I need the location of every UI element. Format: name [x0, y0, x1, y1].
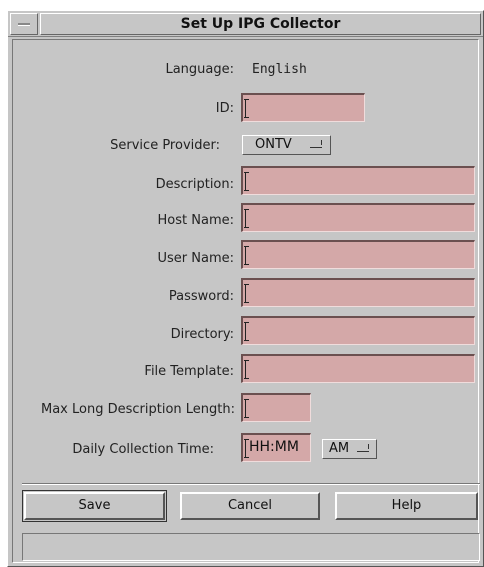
daily-collection-time-value: HH:MM — [249, 439, 299, 455]
help-button[interactable]: Help — [335, 492, 478, 520]
file-template-label: File Template: — [144, 364, 234, 379]
host-name-field[interactable] — [241, 203, 475, 232]
user-name-field[interactable] — [241, 240, 475, 269]
service-provider-option-menu[interactable]: ONTV — [242, 135, 331, 155]
language-label: Language: — [165, 62, 234, 77]
directory-label: Directory: — [170, 327, 234, 342]
language-value: English — [252, 62, 307, 77]
save-button[interactable]: Save — [22, 490, 167, 522]
service-provider-label: Service Provider: — [110, 138, 220, 153]
window-title: Set Up IPG Collector — [40, 13, 481, 35]
text-cursor — [244, 209, 249, 228]
status-bar — [22, 533, 480, 561]
service-provider-value: ONTV — [255, 137, 292, 152]
id-label: ID: — [215, 101, 234, 116]
daily-collection-time-field[interactable]: HH:MM — [241, 433, 311, 462]
am-pm-option-menu[interactable]: AM — [322, 439, 377, 459]
text-cursor — [244, 246, 249, 265]
description-label: Description: — [155, 177, 234, 192]
option-menu-indicator-icon — [357, 444, 369, 452]
title-bar: Set Up IPG Collector — [8, 11, 483, 37]
directory-field[interactable] — [241, 316, 475, 345]
text-cursor — [244, 322, 249, 341]
window-menu-button[interactable] — [10, 13, 38, 35]
window-menu-icon — [18, 23, 30, 26]
ipg-collector-dialog: Set Up IPG Collector Language: English I… — [7, 10, 484, 567]
max-long-description-field[interactable] — [241, 393, 311, 422]
password-field[interactable] — [241, 278, 475, 307]
host-name-label: Host Name: — [157, 213, 234, 228]
text-cursor — [244, 439, 249, 458]
text-cursor — [244, 99, 249, 118]
max-long-description-label: Max Long Description Length: — [41, 402, 235, 417]
description-field[interactable] — [241, 166, 475, 195]
cancel-button[interactable]: Cancel — [180, 492, 320, 520]
option-menu-indicator-icon — [310, 140, 322, 148]
text-cursor — [244, 399, 249, 418]
text-cursor — [244, 284, 249, 303]
file-template-field[interactable] — [241, 354, 475, 383]
text-cursor — [244, 172, 249, 191]
daily-collection-time-label: Daily Collection Time: — [72, 442, 214, 457]
separator — [22, 483, 480, 485]
am-pm-value: AM — [329, 441, 350, 456]
text-cursor — [244, 360, 249, 379]
password-label: Password: — [168, 289, 234, 304]
user-name-label: User Name: — [157, 251, 235, 266]
id-field[interactable] — [241, 93, 365, 122]
